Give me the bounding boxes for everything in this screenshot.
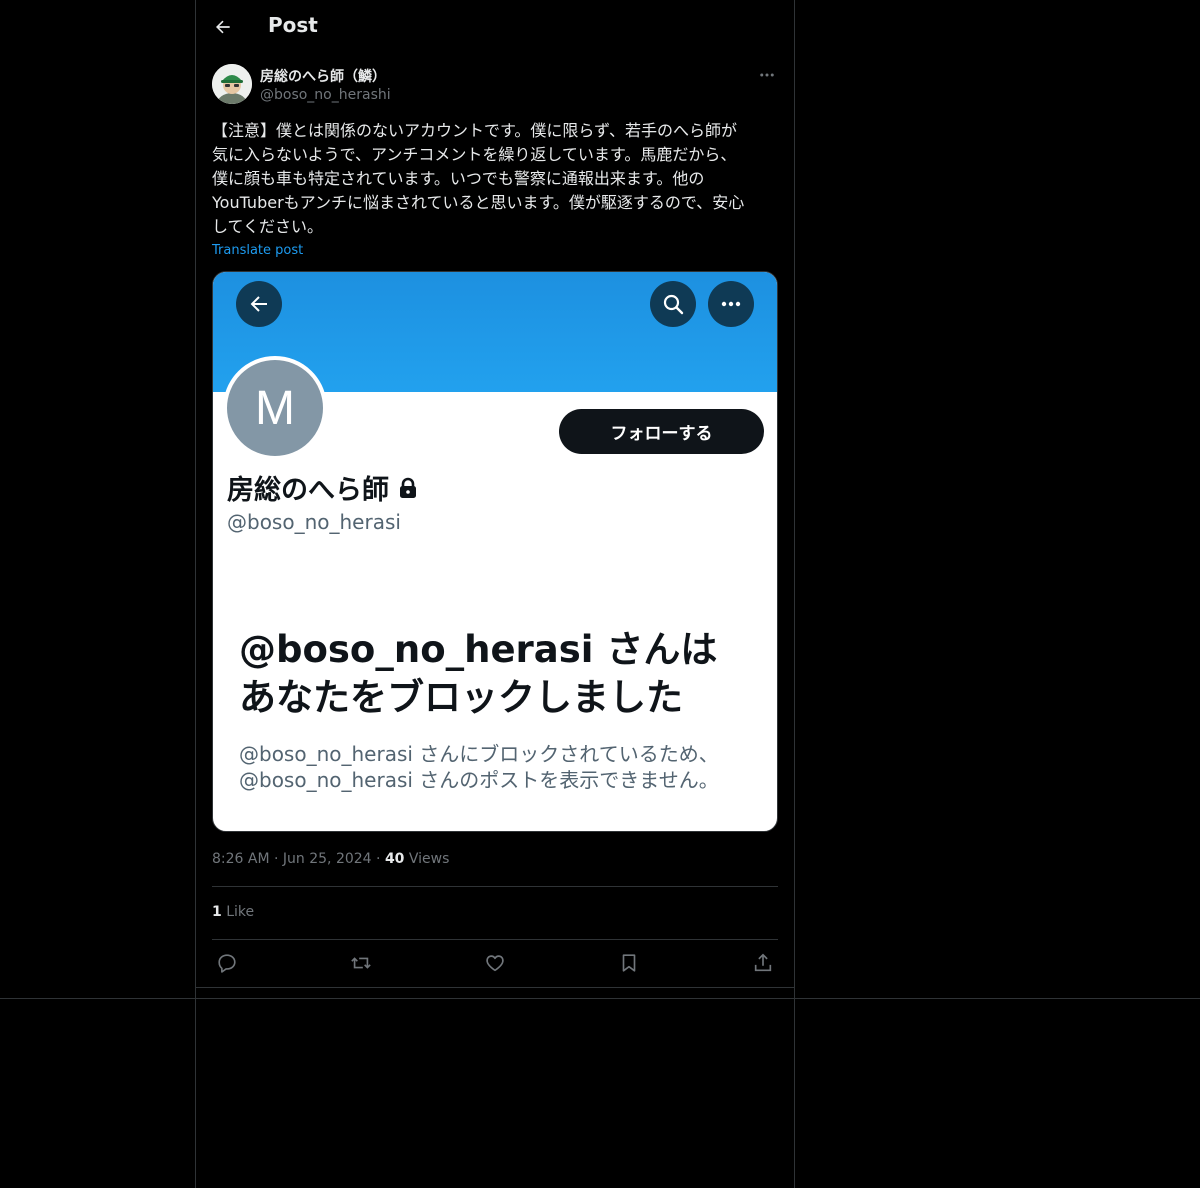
back-button[interactable] — [206, 10, 240, 44]
share-icon — [754, 953, 772, 972]
column-bottom-divider — [0, 998, 1200, 999]
follow-button: フォローする — [559, 409, 764, 454]
repost-button[interactable] — [348, 950, 374, 976]
reply-icon — [218, 954, 236, 973]
column-border-right — [794, 0, 795, 1188]
profile-avatar: M — [223, 356, 327, 460]
lock-icon — [400, 477, 416, 498]
back-arrow-icon — [250, 296, 267, 312]
page-title: Post — [268, 13, 318, 37]
media-more-button — [708, 281, 754, 327]
post-text: 【注意】僕とは関係のないアカウントです。僕に限らず、若手のへら師が 気に入らない… — [212, 121, 745, 236]
action-bar-bottom-divider — [196, 987, 794, 988]
share-button[interactable] — [750, 950, 776, 976]
page-header: Post — [196, 0, 794, 54]
bookmark-button[interactable] — [616, 950, 642, 976]
meta-separator: · — [274, 851, 283, 867]
like-button[interactable] — [482, 950, 508, 976]
profile-name: 房総のへら師 — [227, 468, 419, 507]
back-arrow-icon — [216, 20, 230, 34]
more-button[interactable] — [756, 64, 778, 86]
post-metadata: 8:26 AM · Jun 25, 2024 · 40 Views — [212, 851, 449, 867]
more-icon — [760, 73, 774, 77]
likes-divider — [212, 939, 778, 940]
translate-post-link[interactable]: Translate post — [212, 243, 303, 258]
post-author: 房総のへら師（鱗） @boso_no_herashi — [212, 64, 778, 108]
likes-count: 1 — [212, 904, 222, 920]
views-label: Views — [408, 851, 450, 867]
bookmark-icon — [622, 954, 636, 972]
meta-divider — [212, 886, 778, 887]
author-handle[interactable]: @boso_no_herashi — [260, 87, 391, 103]
media-back-button — [236, 281, 282, 327]
media-search-button — [650, 281, 696, 327]
profile-name-text: 房総のへら師 — [227, 475, 389, 506]
more-icon — [721, 301, 741, 307]
post-date[interactable]: Jun 25, 2024 — [283, 851, 372, 867]
blocked-description-line-2: @boso_no_herasi さんのポストを表示できません。 — [239, 768, 719, 792]
views-count: 40 — [384, 851, 405, 867]
profile-handle: @boso_no_herasi — [227, 510, 401, 534]
blocked-description-line-1: @boso_no_herasi さんにブロックされているため、 — [239, 742, 719, 766]
blocked-title: @boso_no_herasi さんは あなたをブロックしました — [239, 626, 759, 722]
post-media-image[interactable]: M フォローする 房総のへら師 @boso_no_herasi @boso_no… — [212, 271, 778, 832]
avatar[interactable] — [212, 64, 252, 104]
action-bar — [212, 950, 778, 976]
post-time[interactable]: 8:26 AM — [212, 851, 270, 867]
likes-label: Like — [226, 904, 255, 920]
meta-separator: · — [376, 851, 385, 867]
repost-icon — [351, 957, 371, 969]
author-name[interactable]: 房総のへら師（鱗） — [260, 66, 386, 86]
search-icon — [663, 294, 684, 315]
blocked-title-line-2: あなたをブロックしました — [239, 676, 683, 719]
reply-button[interactable] — [214, 950, 240, 976]
blocked-title-line-1: @boso_no_herasi さんは — [239, 628, 718, 671]
column-border-left — [195, 0, 196, 1188]
like-icon — [486, 955, 504, 972]
likes-summary[interactable]: 1 Like — [212, 904, 254, 920]
